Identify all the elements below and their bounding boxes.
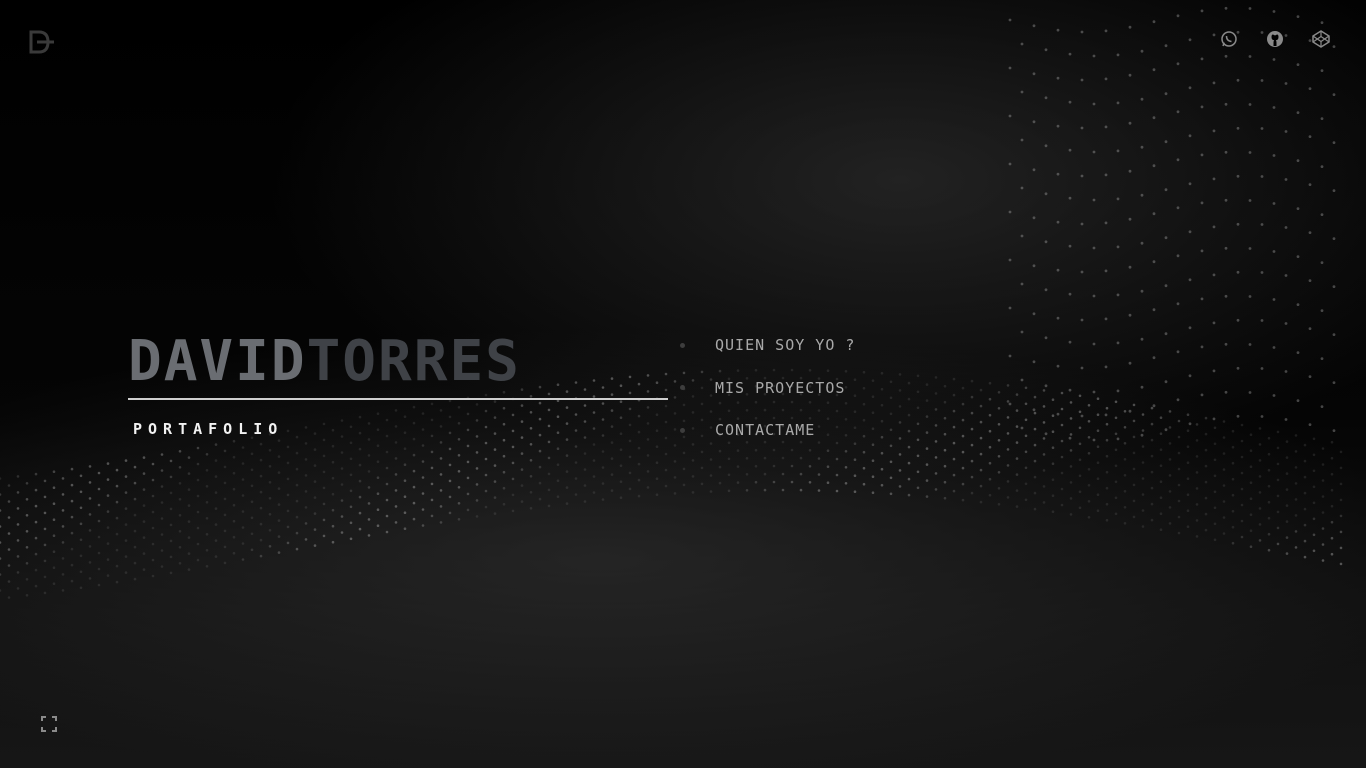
bullet-icon — [680, 342, 685, 348]
bullet-icon — [680, 385, 685, 390]
menu-item-label: QUIEN SOY YO ? — [715, 336, 856, 354]
social-links — [1218, 28, 1332, 50]
menu-item-mis-proyectos[interactable]: MIS PROYECTOS — [676, 377, 855, 399]
main-menu: QUIEN SOY YO ? MIS PROYECTOS CONTACTAME — [676, 334, 855, 462]
title-underline — [128, 398, 668, 400]
codepen-icon[interactable] — [1310, 28, 1332, 50]
menu-item-label: MIS PROYECTOS — [715, 378, 846, 397]
whatsapp-icon[interactable] — [1218, 28, 1240, 50]
hero: DAVIDTORRES PORTAFOLIO — [128, 330, 668, 438]
github-icon[interactable] — [1264, 28, 1286, 50]
menu-item-quien-soy-yo[interactable]: QUIEN SOY YO ? — [676, 334, 855, 356]
menu-item-contactame[interactable]: CONTACTAME — [676, 419, 855, 441]
logo[interactable] — [28, 30, 56, 54]
fullscreen-icon — [41, 716, 57, 732]
df-monogram-logo-icon — [29, 30, 54, 54]
last-name: TORRES — [306, 329, 521, 394]
subtitle: PORTAFOLIO — [133, 420, 284, 438]
page-title: DAVIDTORRES — [128, 330, 668, 394]
menu-item-label: CONTACTAME — [715, 421, 816, 439]
bullet-icon — [680, 427, 685, 433]
fullscreen-button[interactable] — [40, 715, 58, 733]
first-name: DAVID — [128, 329, 307, 394]
